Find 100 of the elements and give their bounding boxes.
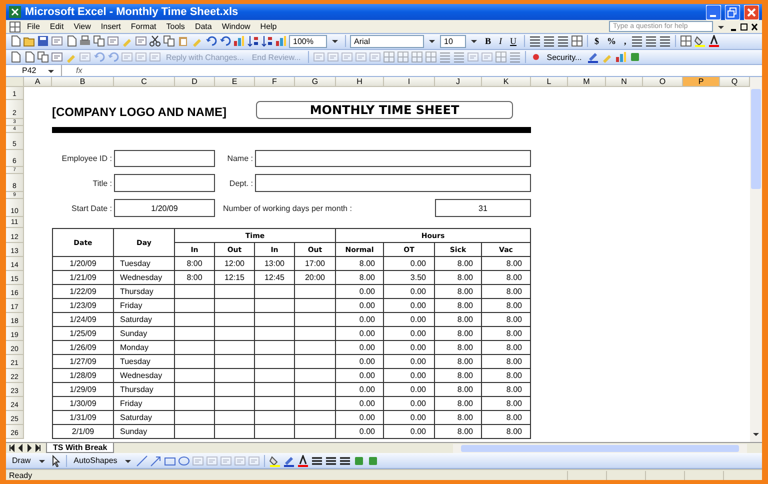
column-header[interactable]: P <box>683 77 720 88</box>
employee-id-field[interactable] <box>114 150 215 168</box>
menu-item[interactable]: Tools <box>162 22 189 32</box>
menu-item[interactable]: Edit <box>46 22 68 32</box>
table-icon[interactable] <box>570 35 583 48</box>
number-format-button[interactable]: , <box>621 36 630 46</box>
security-button[interactable]: Security... <box>544 52 585 62</box>
start-date-field[interactable]: 1/20/09 <box>114 199 215 218</box>
column-header[interactable]: G <box>295 77 336 88</box>
column-header[interactable]: H <box>336 77 384 88</box>
column-header[interactable]: N <box>606 77 643 88</box>
rectangle-icon[interactable] <box>164 454 176 467</box>
page-icon[interactable] <box>9 51 21 64</box>
style-button[interactable]: U <box>507 36 520 46</box>
undo-icon[interactable] <box>205 35 217 48</box>
line-style-icon[interactable] <box>311 454 324 467</box>
align-icon[interactable] <box>659 35 672 48</box>
font-color-icon[interactable] <box>708 35 720 48</box>
save-icon[interactable] <box>37 35 49 48</box>
menu-item[interactable]: Format <box>126 22 160 32</box>
oval-icon[interactable] <box>178 454 190 467</box>
font-size-dropdown[interactable]: 10 <box>440 34 466 48</box>
sheet-tab[interactable]: TS With Break <box>46 443 114 454</box>
page-icon[interactable] <box>65 35 77 48</box>
zoom-dropdown[interactable]: 100% <box>289 34 327 48</box>
menu-item[interactable]: Data <box>190 22 216 32</box>
working-days-field[interactable]: 31 <box>435 199 531 218</box>
menu-item[interactable]: View <box>70 22 95 32</box>
font-color-icon[interactable] <box>297 454 310 467</box>
column-header[interactable]: Q <box>720 77 750 88</box>
scroll-thumb[interactable] <box>751 89 761 190</box>
name-field[interactable] <box>255 150 531 168</box>
folder-icon[interactable] <box>23 35 35 48</box>
title-field[interactable] <box>114 174 215 192</box>
copy-icon[interactable] <box>93 35 105 48</box>
column-header[interactable]: E <box>215 77 255 88</box>
horizontal-scrollbar[interactable] <box>453 444 747 453</box>
bar-chart-icon[interactable] <box>233 35 245 48</box>
align-icon[interactable] <box>645 35 658 48</box>
fill-color-icon[interactable] <box>694 35 706 48</box>
vertical-scrollbar[interactable] <box>750 77 762 442</box>
cursor-icon[interactable] <box>50 454 62 467</box>
scissors-icon[interactable] <box>149 35 161 48</box>
close-button[interactable] <box>744 4 759 20</box>
table-icon[interactable] <box>9 20 21 33</box>
align-icon[interactable] <box>631 35 644 48</box>
workbook-window-controls-icon[interactable] <box>729 22 759 32</box>
column-header[interactable]: A <box>24 77 52 88</box>
number-format-button[interactable]: $ <box>592 36 602 46</box>
arrow-icon[interactable] <box>150 454 162 467</box>
line-icon[interactable] <box>136 454 148 467</box>
style-button[interactable]: B <box>482 36 494 46</box>
column-header[interactable]: C <box>114 77 175 88</box>
printer-icon[interactable] <box>79 35 91 48</box>
restore-button[interactable] <box>725 4 740 20</box>
sort-icon[interactable] <box>261 35 273 48</box>
column-header[interactable]: D <box>175 77 215 88</box>
undo-icon[interactable] <box>219 35 231 48</box>
copy-icon[interactable] <box>37 51 49 64</box>
column-header[interactable]: M <box>568 77 606 88</box>
name-box[interactable]: P42 <box>6 65 62 76</box>
number-format-button[interactable]: % <box>604 36 620 46</box>
line-style-icon[interactable] <box>325 454 338 467</box>
draw-menu-button[interactable]: Draw <box>9 456 34 466</box>
review-icon[interactable] <box>51 35 63 48</box>
align-icon[interactable] <box>556 35 569 48</box>
minimize-button[interactable] <box>706 4 721 20</box>
review-icon[interactable] <box>51 51 63 64</box>
column-header[interactable]: B <box>52 77 114 88</box>
autoshapes-menu-button[interactable]: AutoShapes <box>70 456 120 466</box>
insert-function-button[interactable]: fx <box>76 66 82 76</box>
fill-color-icon[interactable] <box>269 454 282 467</box>
column-header[interactable]: K <box>482 77 531 88</box>
menu-item[interactable]: Insert <box>96 22 125 32</box>
copy-icon[interactable] <box>163 35 175 48</box>
font-dropdown[interactable]: Arial <box>350 34 424 48</box>
bar-chart-icon[interactable] <box>275 35 287 48</box>
style-button[interactable]: I <box>496 36 506 46</box>
scroll-thumb[interactable] <box>461 444 739 452</box>
bar-chart-icon[interactable] <box>614 51 627 64</box>
align-icon[interactable] <box>542 35 555 48</box>
sheet-navigation-icon[interactable] <box>9 444 43 452</box>
menu-item[interactable]: File <box>23 22 44 32</box>
column-header[interactable]: L <box>531 77 568 88</box>
column-header[interactable]: O <box>643 77 683 88</box>
page-icon[interactable] <box>23 51 35 64</box>
menu-item[interactable]: Window <box>218 22 254 32</box>
align-icon[interactable] <box>528 35 541 48</box>
page-icon[interactable] <box>9 35 21 48</box>
column-header[interactable]: I <box>384 77 435 88</box>
dept-field[interactable] <box>255 174 531 192</box>
review-icon[interactable] <box>107 35 119 48</box>
line-color-icon[interactable] <box>586 51 599 64</box>
clipboard-icon[interactable] <box>177 35 189 48</box>
line-color-icon[interactable] <box>283 454 296 467</box>
line-style-icon[interactable] <box>339 454 352 467</box>
column-header[interactable]: F <box>255 77 295 88</box>
menu-item[interactable]: Help <box>256 22 281 32</box>
column-header[interactable]: J <box>435 77 482 88</box>
sort-icon[interactable] <box>247 35 259 48</box>
